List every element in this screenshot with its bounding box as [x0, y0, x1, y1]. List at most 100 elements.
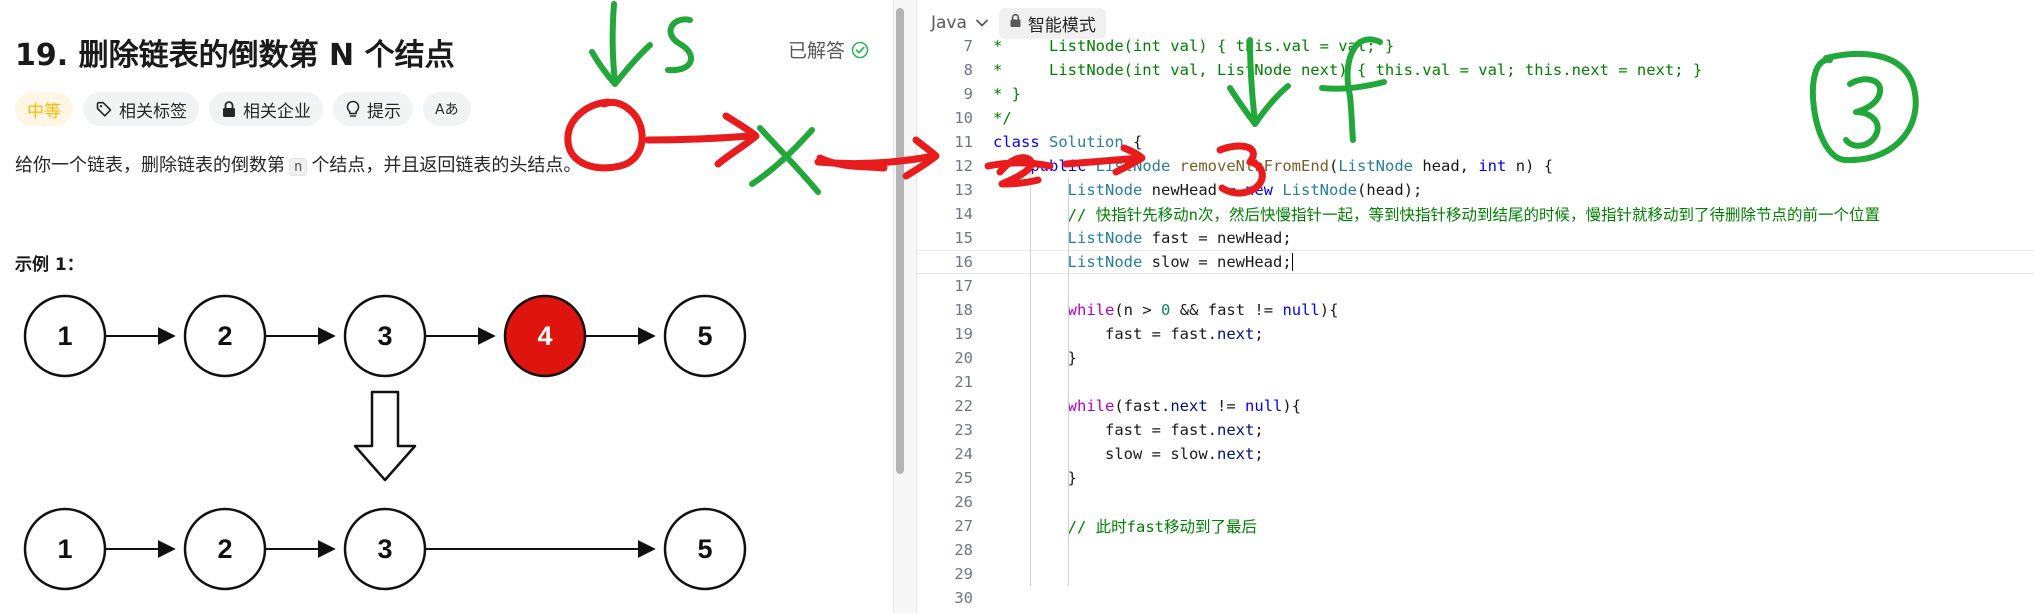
code-text: class Solution {: [993, 133, 1143, 151]
line-number: 16: [954, 253, 973, 271]
code-line[interactable]: 16 ListNode slow = newHead;: [917, 250, 2034, 274]
list-node: 5: [663, 294, 747, 378]
line-number: 28: [954, 541, 973, 559]
svg-text:3: 3: [377, 534, 392, 564]
code-text: while(fast.next != null){: [1067, 397, 1302, 415]
code-line[interactable]: 19 fast = fast.next;: [917, 322, 2034, 346]
font-size-icon: Aあ: [435, 102, 459, 118]
code-area[interactable]: 7 * ListNode(int val) { this.val = val; }…: [917, 37, 2034, 613]
line-number: 7: [963, 37, 973, 55]
code-line[interactable]: 9 * }: [917, 82, 2034, 106]
lock-icon: [1009, 13, 1022, 33]
code-text: * ListNode(int val, ListNode next) { thi…: [993, 61, 1703, 79]
related-companies-button[interactable]: 相关企业: [209, 92, 323, 126]
code-line[interactable]: 24 slow = slow.next;: [917, 442, 2034, 466]
list-node-highlighted: 4: [503, 294, 587, 378]
code-line[interactable]: 30: [917, 586, 2034, 610]
code-line[interactable]: 15 ListNode fast = newHead;: [917, 226, 2034, 250]
linked-list-figure: 1 2 3 4 5 1 2 3 5: [23, 294, 747, 591]
code-line[interactable]: 27 // 此时fast移动到了最后: [917, 514, 2034, 538]
related-tags-button[interactable]: 相关标签: [83, 92, 199, 126]
code-line[interactable]: 22 while(fast.next != null){: [917, 394, 2034, 418]
description-text-1: 给你一个链表，删除链表的倒数第: [15, 155, 285, 176]
code-line[interactable]: 20 }: [917, 346, 2034, 370]
code-text: slow = slow.next;: [1104, 445, 1264, 463]
problem-panel: 19. 删除链表的倒数第 N 个结点 已解答 中等 相关标签 相关企业 提示 A…: [0, 0, 893, 613]
example-title: 示例 1：: [15, 255, 84, 275]
code-line[interactable]: 8 * ListNode(int val, ListNode next) { th…: [917, 58, 2034, 82]
related-tags-label: 相关标签: [119, 101, 187, 122]
code-line[interactable]: 17: [917, 274, 2034, 298]
code-line[interactable]: 21: [917, 370, 2034, 394]
svg-text:5: 5: [697, 534, 712, 564]
svg-text:1: 1: [57, 534, 72, 564]
description-code: n: [289, 158, 308, 176]
code-line[interactable]: 23 fast = fast.next;: [917, 418, 2034, 442]
hint-button[interactable]: 提示: [333, 92, 413, 126]
font-size-button[interactable]: Aあ: [423, 92, 471, 126]
code-text: public ListNode removeNthFromEnd(ListNod…: [1030, 157, 1554, 175]
tag-row: 中等 相关标签 相关企业 提示 Aあ: [15, 92, 471, 126]
list-node: 2: [183, 294, 267, 378]
code-line[interactable]: 29: [917, 562, 2034, 586]
line-number: 24: [954, 445, 973, 463]
list-before: 1 2 3 4 5: [23, 294, 747, 378]
code-text: }: [1067, 349, 1077, 367]
code-line[interactable]: 11 class Solution {: [917, 130, 2034, 154]
code-text: ListNode slow = newHead;: [1067, 252, 1293, 272]
code-text: }: [1067, 469, 1077, 487]
solved-label: 已解答: [788, 40, 846, 62]
indent-guide: [1068, 178, 1069, 586]
line-number: 18: [954, 301, 973, 319]
code-text: */: [993, 109, 1012, 127]
code-text: fast = fast.next;: [1104, 325, 1264, 343]
line-number: 25: [954, 469, 973, 487]
code-line[interactable]: 18 while(n > 0 && fast != null){: [917, 298, 2034, 322]
description-text-2: 个结点，并且返回链表的头结点。: [311, 155, 582, 176]
lightbulb-icon: [345, 100, 361, 118]
code-line[interactable]: 14 // 快指针先移动n次，然后快慢指针一起，等到快指针移动到结尾的时候，慢指…: [917, 202, 2034, 226]
code-line[interactable]: 25 }: [917, 466, 2034, 490]
code-text: * ListNode(int val) { this.val = val; }: [993, 37, 1395, 55]
line-number: 26: [954, 493, 973, 511]
line-number: 9: [963, 85, 973, 103]
list-node: 2: [183, 507, 267, 591]
svg-text:1: 1: [57, 321, 72, 351]
code-line[interactable]: 7 * ListNode(int val) { this.val = val; }: [917, 34, 2034, 58]
code-text: // 快指针先移动n次，然后快慢指针一起，等到快指针移动到结尾的时候，慢指针就移…: [993, 206, 1880, 224]
code-text: // 此时fast移动到了最后: [993, 518, 1257, 536]
line-number: 29: [954, 565, 973, 583]
line-number: 10: [954, 109, 973, 127]
chevron-down-icon: [975, 13, 989, 33]
svg-text:2: 2: [217, 321, 232, 351]
solved-status: 已解答: [788, 36, 869, 63]
related-companies-label: 相关企业: [243, 101, 311, 122]
line-number: 30: [954, 589, 973, 607]
lock-icon: [221, 100, 237, 118]
list-after: 1 2 3 5: [23, 507, 747, 591]
code-line[interactable]: 28: [917, 538, 2034, 562]
code-line[interactable]: 13 ListNode newHead = new ListNode(head)…: [917, 178, 2034, 202]
code-text: * }: [993, 85, 1021, 103]
line-number: 20: [954, 349, 973, 367]
smart-mode-label: 智能模式: [1027, 15, 1096, 36]
line-number: 22: [954, 397, 973, 415]
code-line[interactable]: 10 */: [917, 106, 2034, 130]
svg-text:5: 5: [697, 321, 712, 351]
problem-title: 19. 删除链表的倒数第 N 个结点: [15, 38, 455, 73]
language-select[interactable]: Java: [931, 13, 989, 33]
line-number: 13: [954, 181, 973, 199]
line-number: 15: [954, 229, 973, 247]
difficulty-label: 中等: [27, 101, 61, 122]
down-arrow-icon: [353, 390, 417, 482]
problem-scrollbar[interactable]: [896, 8, 904, 474]
list-node: 1: [23, 294, 107, 378]
code-line[interactable]: 12 public ListNode removeNthFromEnd(List…: [917, 154, 2034, 178]
line-number: 19: [954, 325, 973, 343]
code-text: ListNode newHead = new ListNode(head);: [1067, 181, 1423, 199]
tag-icon: [95, 100, 113, 118]
line-number: 21: [954, 373, 973, 391]
code-line[interactable]: 26: [917, 490, 2034, 514]
indent-guide: [1030, 154, 1031, 586]
svg-text:4: 4: [537, 321, 552, 351]
